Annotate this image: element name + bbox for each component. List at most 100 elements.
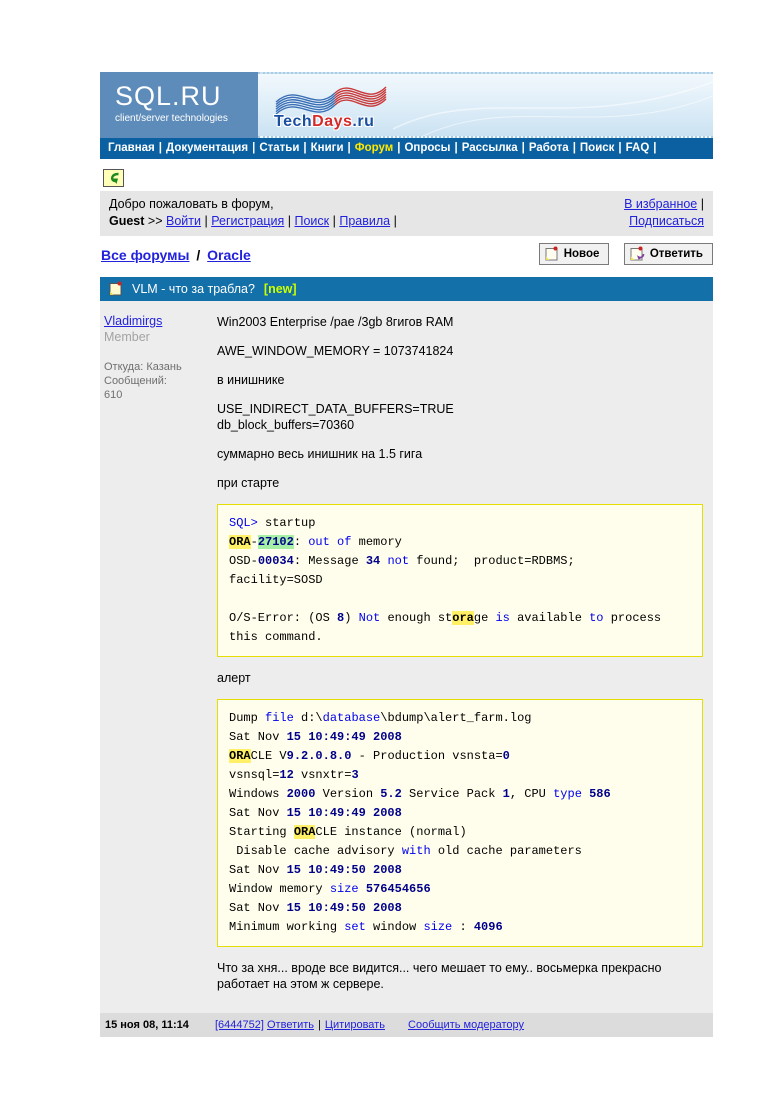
pipe: | (700, 197, 704, 211)
pipe: | (201, 214, 212, 228)
nav-separator: | (303, 142, 307, 154)
welcome-bar: Добро пожаловать в форум, Guest >> Войти… (100, 191, 713, 236)
code-line: Sat Nov 15 10:49:49 2008 (229, 730, 402, 744)
post: Vladimirgs Member Откуда: Казань Сообщен… (100, 301, 713, 1013)
user-link-поиск[interactable]: Поиск (294, 214, 329, 228)
breadcrumb: Все форумы / Oracle (101, 247, 251, 263)
closing-text: Что за хня... вроде все видится... чего … (217, 961, 662, 991)
author-origin: Откуда: Казань (104, 361, 182, 373)
user-link-войти[interactable]: Войти (166, 214, 201, 228)
topic-actions: Новое Ответить (538, 243, 713, 266)
author-link[interactable]: Vladimirgs (104, 314, 162, 328)
techdays-days: Days (312, 113, 353, 130)
code-line: OSD-00034: Message 34 not found; product… (229, 554, 575, 568)
author-role: Member (104, 330, 150, 344)
code-line: Windows 2000 Version 5.2 Service Pack 1,… (229, 787, 611, 801)
message-id-link[interactable]: [6444752] (215, 1019, 264, 1031)
reply-button[interactable]: Ответить (623, 243, 713, 265)
alert-label: алерт (217, 671, 251, 685)
arrows: >> (147, 214, 163, 228)
breadcrumb-oracle[interactable]: Oracle (207, 247, 251, 263)
nav-separator: | (252, 142, 256, 154)
post-paragraph: при старте (217, 476, 280, 490)
nav-item-документация[interactable]: Документация (166, 142, 248, 154)
site-header: SQL.RU client/server technologies TechDa… (100, 72, 713, 138)
techdays-banner[interactable]: TechDays.ru (258, 72, 713, 138)
page-container: SQL.RU client/server technologies TechDa… (100, 72, 713, 1037)
breadcrumb-separator: / (192, 246, 205, 263)
post-paragraph: в инишнике (217, 373, 285, 387)
pipe: | (329, 214, 340, 228)
topic-header: VLM - что за трабла? [new] (100, 277, 713, 301)
new-topic-button[interactable]: Новое (538, 243, 610, 265)
author-meta: Откуда: Казань Сообщений: 610 (104, 360, 213, 402)
banner-decoration (393, 81, 713, 136)
nav-separator: | (521, 142, 525, 154)
welcome-text: Добро пожаловать в форум, (109, 197, 274, 211)
techdays-ru: .ru (352, 113, 375, 130)
code-line: ORACLE V9.2.0.8.0 - Production vsnsta=0 (229, 749, 510, 763)
post-paragraph: суммарно весь инишник на 1.5 гига (217, 447, 423, 461)
nav-separator: | (397, 142, 401, 154)
post-date: 15 ноя 08, 11:14 (105, 1019, 189, 1031)
code-line: Sat Nov 15 10:49:50 2008 (229, 901, 402, 915)
code-line: ORA-27102: out of memory (229, 535, 402, 549)
main-nav: Главная | Документация | Статьи | Книги | Форум |… (100, 138, 713, 159)
nav-item-опросы[interactable]: Опросы (404, 142, 450, 154)
nav-separator: | (618, 142, 622, 154)
code-line: facility=SOSD (229, 573, 323, 587)
post-body: Win2003 Enterprise /pae /3gb 8гигов RAM A… (215, 301, 713, 1013)
pipe: | (318, 1019, 321, 1031)
code-line: SQL> startup (229, 516, 316, 530)
nav-item-рассылка[interactable]: Рассылка (462, 142, 518, 154)
nav-item-поиск[interactable]: Поиск (580, 142, 615, 154)
nav-item-работа[interactable]: Работа (529, 142, 569, 154)
username: Guest (109, 214, 145, 228)
nav-separator: | (454, 142, 458, 154)
poster-column: Vladimirgs Member Откуда: Казань Сообщен… (100, 301, 215, 1013)
user-link-правила[interactable]: Правила (339, 214, 390, 228)
code-block-alert-log: Dump file d:\database\bdump\alert_farm.l… (217, 699, 703, 947)
logo-subtitle: client/server technologies (115, 113, 228, 124)
pipe: | (284, 214, 295, 228)
nav-separator: | (347, 142, 351, 154)
nav-separator: | (158, 142, 162, 154)
quote-link[interactable]: Цитировать (325, 1019, 385, 1031)
post-footer-links: [6444752] Ответить | Цитировать Сообщить м… (215, 1019, 524, 1031)
user-links: Войти | Регистрация | Поиск | Правила | (166, 214, 397, 228)
code-line: Sat Nov 15 10:49:50 2008 (229, 863, 402, 877)
post-paragraph: Win2003 Enterprise /pae /3gb 8гигов RAM (217, 315, 454, 329)
reply-note-icon (630, 246, 645, 261)
new-badge: [new] (263, 281, 297, 296)
breadcrumb-all-forums[interactable]: Все форумы (101, 247, 189, 263)
code-line: vsnsql=12 vsnxtr=3 (229, 768, 359, 782)
nav-item-статьи[interactable]: Статьи (259, 142, 299, 154)
nav-item-книги[interactable]: Книги (311, 142, 344, 154)
post-paragraphs: Win2003 Enterprise /pae /3gb 8гигов RAM A… (217, 314, 703, 491)
user-link-регистрация[interactable]: Регистрация (211, 214, 284, 228)
post-footer: 15 ноя 08, 11:14 [6444752] Ответить | Цити… (100, 1013, 713, 1037)
report-moderator-link[interactable]: Сообщить модератору (408, 1019, 524, 1031)
techdays-logo-text: TechDays.ru (274, 113, 374, 131)
topic-note-icon (109, 281, 122, 296)
nav-item-форум[interactable]: Форум (355, 142, 393, 154)
subscribe-link[interactable]: Подписаться (629, 214, 704, 228)
favorites-link[interactable]: В избранное (624, 197, 697, 211)
code-line: Disable cache advisory with old cache pa… (229, 844, 582, 858)
user-links-line: Guest >> Войти | Регистрация | Поиск | П… (109, 213, 397, 230)
jump-row (103, 169, 713, 188)
logo-title: SQL.RU (115, 81, 222, 111)
nav-item-главная[interactable]: Главная (108, 142, 155, 154)
nav-separator: | (572, 142, 576, 154)
post-paragraph: AWE_WINDOW_MEMORY = 1073741824 (217, 344, 454, 358)
jump-to-new-icon[interactable] (103, 169, 124, 187)
reply-button-label: Ответить (649, 247, 703, 260)
nav-item-faq[interactable]: FAQ (626, 142, 650, 154)
topic-title: VLM - что за трабла? (132, 281, 255, 296)
sqlru-logo[interactable]: SQL.RU client/server technologies (100, 72, 258, 138)
welcome-left: Добро пожаловать в форум, Guest >> Войти… (109, 196, 397, 230)
post-paragraph: USE_INDIRECT_DATA_BUFFERS=TRUE db_block_b… (217, 402, 454, 432)
breadcrumb-row: Все форумы / Oracle Новое Ответить (100, 236, 713, 274)
reply-link[interactable]: Ответить (267, 1019, 314, 1031)
